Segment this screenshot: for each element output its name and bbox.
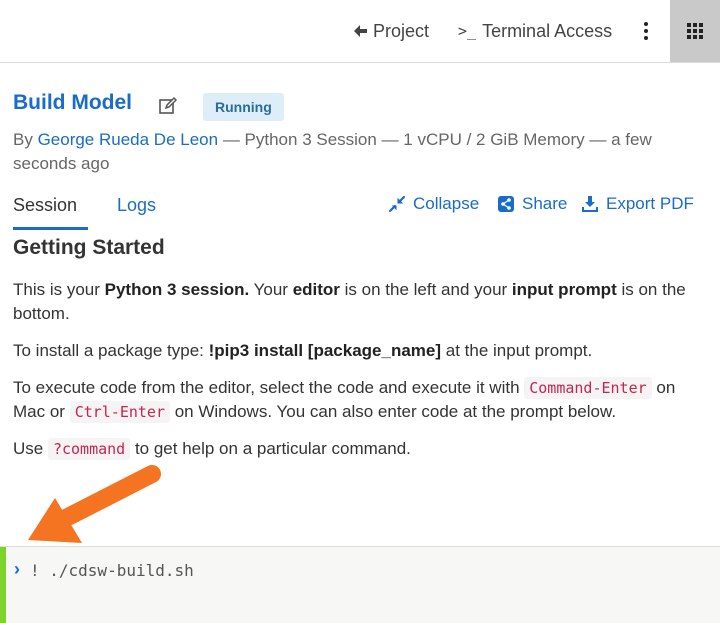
download-icon (582, 196, 598, 212)
content-heading: Getting Started (13, 236, 165, 259)
session-meta: By George Rueda De Leon — Python 3 Sessi… (13, 128, 693, 176)
export-pdf-label: Export PDF (606, 194, 694, 213)
intro-text-d: is on the left and your (339, 280, 512, 299)
vertical-dots-icon (644, 22, 648, 40)
tab-logs[interactable]: Logs (117, 195, 156, 216)
ctrl-enter-code: Ctrl-Enter (69, 401, 170, 423)
intro-bold-session: Python 3 session. (104, 280, 250, 299)
status-badge: Running (203, 93, 284, 121)
install-text-a: To install a package type: (13, 341, 209, 360)
share-label: Share (522, 194, 568, 213)
command-enter-code: Command-Enter (524, 377, 652, 399)
terminal-access-button[interactable]: >_ Terminal Access (458, 18, 612, 44)
collapse-label: Collapse (413, 194, 480, 213)
help-command-code: ?command (47, 438, 131, 460)
help-text-b: to get help on a particular command. (130, 439, 411, 458)
session-content: Getting Started This is your Python 3 se… (13, 236, 703, 474)
install-command: !pip3 install [package_name] (208, 341, 442, 360)
intro-bold-editor: editor (292, 280, 340, 299)
help-paragraph: Use ?command to get help on a particular… (13, 437, 703, 461)
more-options-button[interactable] (640, 18, 652, 44)
share-icon (498, 196, 514, 212)
apps-menu-button[interactable] (670, 0, 720, 62)
intro-paragraph: This is your Python 3 session. Your edit… (13, 278, 703, 326)
meta-prefix: By (13, 130, 38, 149)
project-nav-button[interactable]: Project (352, 18, 429, 44)
project-nav-label: Project (373, 20, 430, 41)
export-pdf-button[interactable]: Export PDF (581, 192, 694, 216)
intro-text-a: This is your (13, 280, 105, 299)
collapse-icon (388, 195, 406, 213)
execute-text-c: on Windows. You can also enter code at t… (170, 402, 617, 421)
execute-paragraph: To execute code from the editor, select … (13, 376, 703, 424)
top-bar: Project >_ Terminal Access (0, 0, 720, 63)
author-link[interactable]: George Rueda De Leon (38, 130, 219, 149)
active-tab-indicator (13, 227, 88, 230)
input-prompt-area: › (0, 546, 720, 623)
terminal-icon: >_ (458, 22, 477, 40)
intro-bold-input-prompt: input prompt (511, 280, 617, 299)
intro-text-c: Your (249, 280, 293, 299)
arrow-left-icon (354, 25, 367, 37)
prompt-chevron-icon: › (14, 559, 20, 579)
terminal-access-label: Terminal Access (482, 20, 613, 41)
install-paragraph: To install a package type: !pip3 install… (13, 339, 703, 363)
tab-session[interactable]: Session (13, 195, 77, 216)
apps-grid-icon (687, 23, 703, 39)
session-title: Build Model (13, 91, 132, 114)
help-text-a: Use (13, 439, 48, 458)
execute-text-a: To execute code from the editor, select … (13, 378, 525, 397)
command-input[interactable] (30, 559, 690, 581)
edit-icon[interactable] (158, 96, 178, 116)
share-button[interactable]: Share (497, 192, 567, 216)
install-text-c: at the input prompt. (441, 341, 593, 360)
collapse-button[interactable]: Collapse (388, 192, 479, 216)
prompt-focus-bar (0, 547, 6, 623)
